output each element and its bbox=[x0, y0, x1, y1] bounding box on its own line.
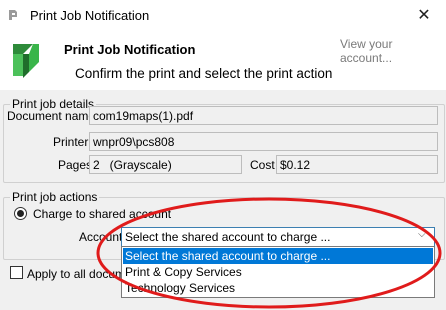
chevron-down-icon[interactable]: ⌵ bbox=[418, 229, 426, 240]
window-title: Print Job Notification bbox=[30, 8, 150, 23]
pages-field: 2 (Grayscale) bbox=[89, 155, 242, 174]
account-select-value: Select the shared account to charge ... bbox=[125, 230, 331, 244]
dropdown-option[interactable]: Select the shared account to charge ... bbox=[123, 248, 433, 264]
account-label: Account bbox=[79, 230, 123, 244]
cost-label: Cost bbox=[250, 158, 275, 172]
document-name-label: Document name bbox=[7, 109, 96, 123]
close-button[interactable]: ✕ bbox=[410, 4, 438, 28]
papercut-logo-icon bbox=[13, 44, 39, 78]
document-name-field: com19maps(1).pdf bbox=[89, 106, 438, 125]
cost-field: $0.12 bbox=[276, 155, 438, 174]
print-job-actions-legend: Print job actions bbox=[12, 190, 98, 204]
header-title: Print Job Notification bbox=[64, 42, 196, 57]
apply-all-label[interactable]: Apply to all documents bbox=[27, 267, 121, 281]
radio-selected-dot bbox=[17, 210, 24, 217]
app-icon bbox=[9, 10, 17, 20]
apply-all-checkbox[interactable] bbox=[10, 266, 23, 279]
view-account-link[interactable]: View your account... bbox=[340, 37, 446, 65]
printer-field: wnpr09\pcs808 bbox=[89, 132, 438, 151]
dropdown-option[interactable]: Print & Copy Services bbox=[123, 264, 433, 280]
dropdown-option[interactable]: Technology Services bbox=[123, 280, 433, 296]
pages-label: Pages bbox=[58, 158, 93, 172]
printer-label: Printer bbox=[53, 135, 89, 149]
header-subtitle: Confirm the print and select the print a… bbox=[75, 66, 333, 81]
charge-shared-account-label[interactable]: Charge to shared account bbox=[33, 207, 171, 221]
account-dropdown-list: Select the shared account to charge ... … bbox=[121, 246, 435, 298]
